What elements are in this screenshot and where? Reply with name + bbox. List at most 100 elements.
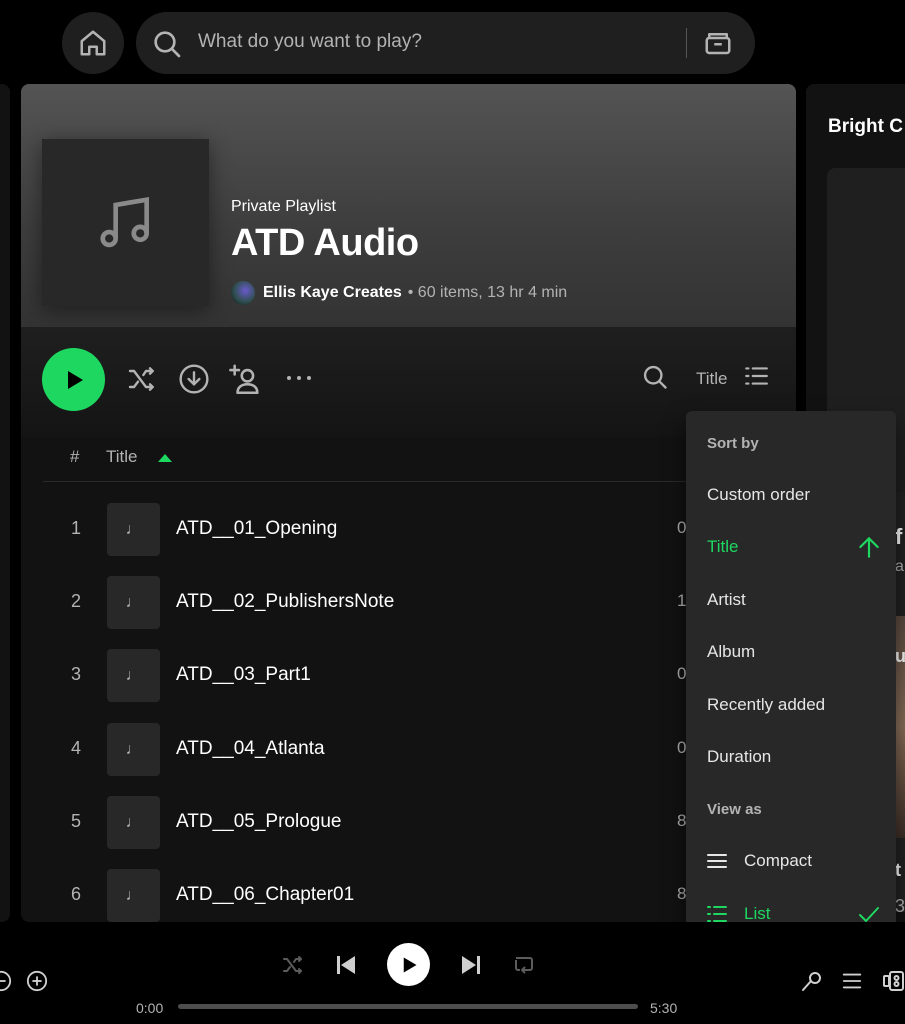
music-note-icon: ♩ — [125, 666, 142, 684]
search-in-playlist-icon[interactable] — [641, 363, 669, 391]
music-note-icon: ♩ — [125, 520, 142, 538]
sort-view-toggle[interactable]: Title — [696, 369, 728, 389]
track-number: 5 — [70, 811, 81, 831]
view-option-compact[interactable]: Compact — [686, 837, 896, 885]
menu-item-label: Recently added — [707, 695, 826, 714]
track-thumb: ♩ — [107, 796, 160, 849]
playlist-cover[interactable] — [42, 139, 209, 306]
table-row[interactable]: 1 ♩ ATD__01_Opening 0 — [43, 503, 796, 576]
track-thumb: ♩ — [107, 503, 160, 556]
track-title[interactable]: ATD__04_Atlanta — [176, 738, 325, 760]
list-view-icon[interactable] — [743, 363, 769, 389]
track-number: 2 — [70, 591, 81, 611]
sort-option-custom-order[interactable]: Custom order — [686, 471, 896, 519]
connect-device-icon[interactable] — [882, 969, 905, 993]
track-number: 4 — [70, 738, 81, 758]
table-row[interactable]: 4 ♩ ATD__04_Atlanta 0 — [43, 723, 796, 796]
sort-option-title[interactable]: Title — [686, 523, 896, 571]
playlist-type: Private Playlist — [231, 198, 336, 215]
search-input[interactable]: What do you want to play? — [198, 31, 422, 53]
search-bar[interactable]: What do you want to play? — [136, 12, 755, 74]
sort-toggle-label: Title — [696, 369, 728, 388]
table-row[interactable]: 6 ♩ ATD__06_Chapter01 8 — [43, 869, 796, 922]
sort-by-heading: Sort by — [707, 435, 759, 452]
table-row[interactable]: 2 ♩ ATD__02_PublishersNote 1 — [43, 576, 796, 649]
track-number: 1 — [70, 518, 81, 538]
sort-option-artist[interactable]: Artist — [686, 576, 896, 624]
next-track-icon[interactable] — [459, 953, 483, 977]
track-title[interactable]: ATD__01_Opening — [176, 518, 337, 540]
track-title[interactable]: ATD__03_Part1 — [176, 664, 311, 686]
track-thumb: ♩ — [107, 649, 160, 702]
track-number: 6 — [70, 884, 81, 904]
previous-track-icon[interactable] — [334, 953, 358, 977]
menu-item-label: Title — [707, 537, 739, 556]
play-pause-button[interactable] — [387, 943, 430, 986]
page-title: ATD Audio — [231, 222, 419, 264]
music-note-icon — [99, 196, 149, 247]
playlist-meta: • 60 items, 13 hr 4 min — [407, 284, 568, 301]
search-icon — [151, 28, 183, 60]
music-note-icon: ♩ — [125, 886, 142, 904]
download-icon[interactable] — [178, 363, 210, 395]
home-button[interactable] — [62, 12, 124, 74]
track-thumb: ♩ — [107, 869, 160, 922]
column-header-title[interactable]: Title — [106, 447, 138, 467]
sort-option-recently-added[interactable]: Recently added — [686, 681, 896, 729]
play-icon — [67, 370, 83, 389]
menu-item-label: Artist — [707, 590, 746, 609]
artist-name-fragment: f — [895, 524, 903, 549]
track-title[interactable]: ATD__06_Chapter01 — [176, 884, 354, 906]
search-divider — [686, 28, 687, 58]
playlist-owner-row: Ellis Kaye Creates • 60 items, 13 hr 4 m… — [231, 281, 567, 305]
playback-progress-bar[interactable] — [178, 1004, 638, 1009]
menu-item-label: Duration — [707, 747, 772, 766]
music-note-icon: ♩ — [125, 813, 142, 831]
track-title[interactable]: ATD__02_PublishersNote — [176, 591, 394, 613]
add-user-icon[interactable] — [229, 363, 263, 397]
track-thumb: ♩ — [107, 723, 160, 776]
elapsed-time: 0:00 — [136, 1000, 164, 1016]
table-row[interactable]: 3 ♩ ATD__03_Part1 0 — [43, 649, 796, 722]
compact-view-icon — [707, 852, 727, 870]
menu-item-label: Custom order — [707, 485, 810, 504]
menu-item-label: Album — [707, 642, 756, 661]
sort-menu: Sort by Custom order Title Artist Album … — [686, 411, 896, 945]
track-title[interactable]: ATD__05_Prologue — [176, 811, 341, 833]
artist-caption-fragment: ut — [895, 646, 905, 666]
view-as-heading: View as — [707, 801, 762, 818]
track-number: 3 — [70, 664, 81, 684]
shuffle-icon[interactable] — [281, 953, 305, 977]
home-icon — [80, 30, 106, 56]
play-icon — [403, 957, 416, 972]
avatar[interactable] — [231, 281, 255, 305]
music-note-icon: ♩ — [125, 593, 142, 611]
add-to-library-icon[interactable] — [26, 970, 48, 992]
sort-option-album[interactable]: Album — [686, 628, 896, 676]
sort-option-duration[interactable]: Duration — [686, 733, 896, 781]
table-row[interactable]: 5 ♩ ATD__05_Prologue 8 — [43, 796, 796, 869]
column-header-number: # — [70, 447, 80, 466]
repeat-icon[interactable] — [512, 953, 536, 977]
more-options-icon[interactable] — [284, 363, 314, 393]
music-note-icon: ♩ — [125, 740, 142, 758]
playlist-header: Private Playlist ATD Audio Ellis Kaye Cr… — [21, 84, 796, 327]
play-button[interactable] — [42, 348, 105, 411]
menu-item-label: Compact — [744, 851, 813, 870]
queue-icon[interactable] — [841, 970, 863, 992]
track-table-header: # Title — [43, 437, 796, 482]
artist-meta-fragment: a — [895, 558, 904, 575]
owner-link[interactable]: Ellis Kaye Creates — [263, 284, 402, 302]
now-playing-title[interactable]: Bright C — [828, 116, 903, 138]
shuffle-icon[interactable] — [126, 363, 158, 395]
list-view-icon — [707, 905, 727, 923]
track-thumb: ♩ — [107, 576, 160, 629]
menu-item-label: List — [744, 904, 771, 923]
microphone-icon[interactable] — [799, 970, 823, 994]
browse-icon[interactable] — [703, 28, 733, 58]
playlist-panel: Private Playlist ATD Audio Ellis Kaye Cr… — [21, 84, 796, 922]
sort-ascending-icon — [157, 453, 173, 463]
zoom-out-icon[interactable] — [0, 970, 12, 992]
artist-footer-meta-fragment: 3 — [895, 896, 905, 916]
library-panel-edge — [0, 84, 10, 922]
